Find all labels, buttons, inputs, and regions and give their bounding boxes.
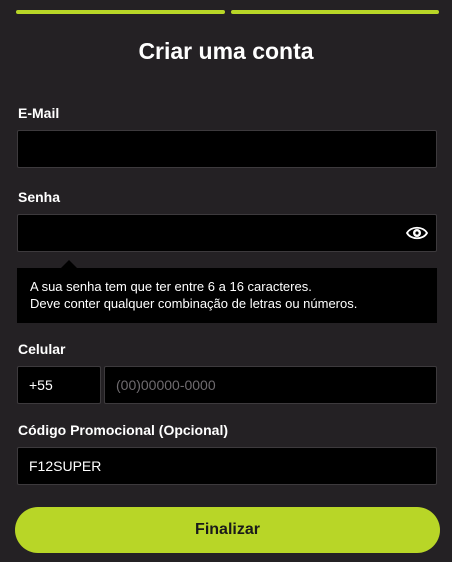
progress-step-2 [230, 10, 439, 14]
finalize-button[interactable]: Finalizar [15, 507, 440, 553]
promo-code-field-wrapper [17, 447, 437, 485]
password-hint-line-1: A sua senha tem que ter entre 6 a 16 car… [30, 279, 312, 294]
email-field[interactable] [18, 131, 436, 167]
phone-field-wrapper [104, 366, 437, 404]
promo-code-field[interactable] [18, 448, 436, 484]
password-hint-line-2: Deve conter qualquer combinação de letra… [30, 295, 358, 311]
email-field-wrapper [17, 130, 437, 168]
password-label: Senha [18, 189, 61, 205]
phone-label: Celular [18, 341, 66, 357]
country-code-select[interactable]: +55 [17, 366, 101, 404]
progress-step-1 [16, 10, 225, 14]
password-field[interactable] [18, 215, 436, 251]
promo-code-label: Código Promocional (Opcional) [18, 422, 228, 438]
eye-icon[interactable] [405, 224, 429, 242]
password-field-wrapper [17, 214, 437, 252]
page-title: Criar uma conta [138, 38, 314, 64]
progress-bar [16, 10, 439, 14]
password-hint-tooltip: A sua senha tem que ter entre 6 a 16 car… [17, 260, 437, 323]
email-label: E-Mail [18, 105, 60, 121]
phone-field[interactable] [105, 367, 436, 403]
